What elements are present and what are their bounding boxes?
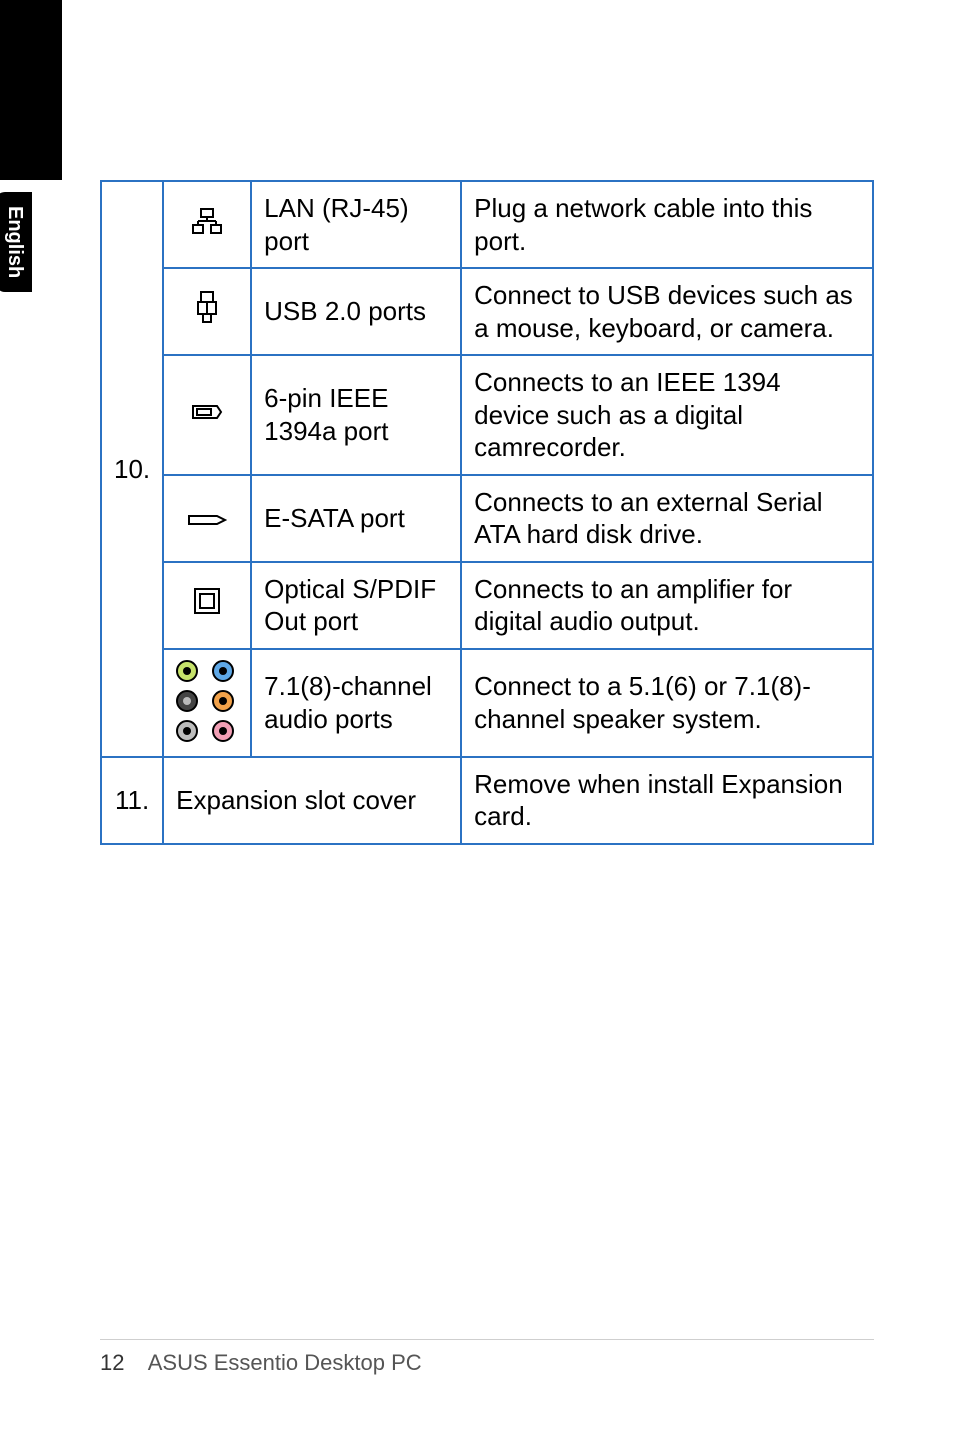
ieee1394-icon-cell bbox=[163, 355, 251, 475]
audio-name: 7.1(8)-channel audio ports bbox=[251, 649, 461, 757]
ports-table: 10. LAN (RJ-45) port Plug a network cabl… bbox=[100, 180, 874, 845]
main-content: 10. LAN (RJ-45) port Plug a network cabl… bbox=[100, 180, 874, 845]
audio-jack-black bbox=[176, 690, 198, 712]
table-row: USB 2.0 ports Connect to USB devices suc… bbox=[101, 268, 873, 355]
page-number: 12 bbox=[100, 1350, 124, 1375]
spdif-name: Optical S/PDIF Out port bbox=[251, 562, 461, 649]
page-footer: 12 ASUS Essentio Desktop PC bbox=[100, 1339, 874, 1376]
esata-name: E-SATA port bbox=[251, 475, 461, 562]
lan-icon-cell bbox=[163, 181, 251, 268]
lan-icon bbox=[189, 207, 225, 243]
spdif-icon-cell bbox=[163, 562, 251, 649]
lan-desc: Plug a network cable into this port. bbox=[461, 181, 873, 268]
audio-desc: Connect to a 5.1(6) or 7.1(8)-channel sp… bbox=[461, 649, 873, 757]
row-number-10: 10. bbox=[101, 181, 163, 757]
audio-jack-pink bbox=[212, 720, 234, 742]
esata-icon bbox=[187, 503, 227, 536]
lan-name: LAN (RJ-45) port bbox=[251, 181, 461, 268]
usb-desc: Connect to USB devices such as a mouse, … bbox=[461, 268, 873, 355]
table-row: Optical S/PDIF Out port Connects to an a… bbox=[101, 562, 873, 649]
spdif-desc: Connects to an amplifier for digital aud… bbox=[461, 562, 873, 649]
usb-icon-cell bbox=[163, 268, 251, 355]
table-row: 11. Expansion slot cover Remove when ins… bbox=[101, 757, 873, 844]
esata-desc: Connects to an external Serial ATA hard … bbox=[461, 475, 873, 562]
audio-jack-blue bbox=[212, 660, 234, 682]
audio-jack-lime bbox=[176, 660, 198, 682]
ieee1394-desc: Connects to an IEEE 1394 device such as … bbox=[461, 355, 873, 475]
table-row: 6-pin IEEE 1394a port Connects to an IEE… bbox=[101, 355, 873, 475]
esata-icon-cell bbox=[163, 475, 251, 562]
table-row: 10. LAN (RJ-45) port Plug a network cabl… bbox=[101, 181, 873, 268]
expansion-slot-name: Expansion slot cover bbox=[163, 757, 461, 844]
table-row: E-SATA port Connects to an external Seri… bbox=[101, 475, 873, 562]
ieee1394-icon bbox=[189, 399, 225, 432]
audio-jacks-icon-cell bbox=[163, 649, 251, 757]
spdif-icon bbox=[192, 586, 222, 624]
table-row: 7.1(8)-channel audio ports Connect to a … bbox=[101, 649, 873, 757]
audio-jack-grey bbox=[176, 720, 198, 742]
language-tab: English bbox=[0, 192, 32, 292]
usb-icon bbox=[192, 290, 222, 334]
header-black-strip bbox=[0, 0, 62, 180]
row-number-11: 11. bbox=[101, 757, 163, 844]
expansion-slot-desc: Remove when install Expansion card. bbox=[461, 757, 873, 844]
audio-jacks-icon bbox=[176, 660, 238, 746]
audio-jack-orange bbox=[212, 690, 234, 712]
ieee1394-name: 6-pin IEEE 1394a port bbox=[251, 355, 461, 475]
usb-name: USB 2.0 ports bbox=[251, 268, 461, 355]
footer-title: ASUS Essentio Desktop PC bbox=[148, 1350, 422, 1375]
